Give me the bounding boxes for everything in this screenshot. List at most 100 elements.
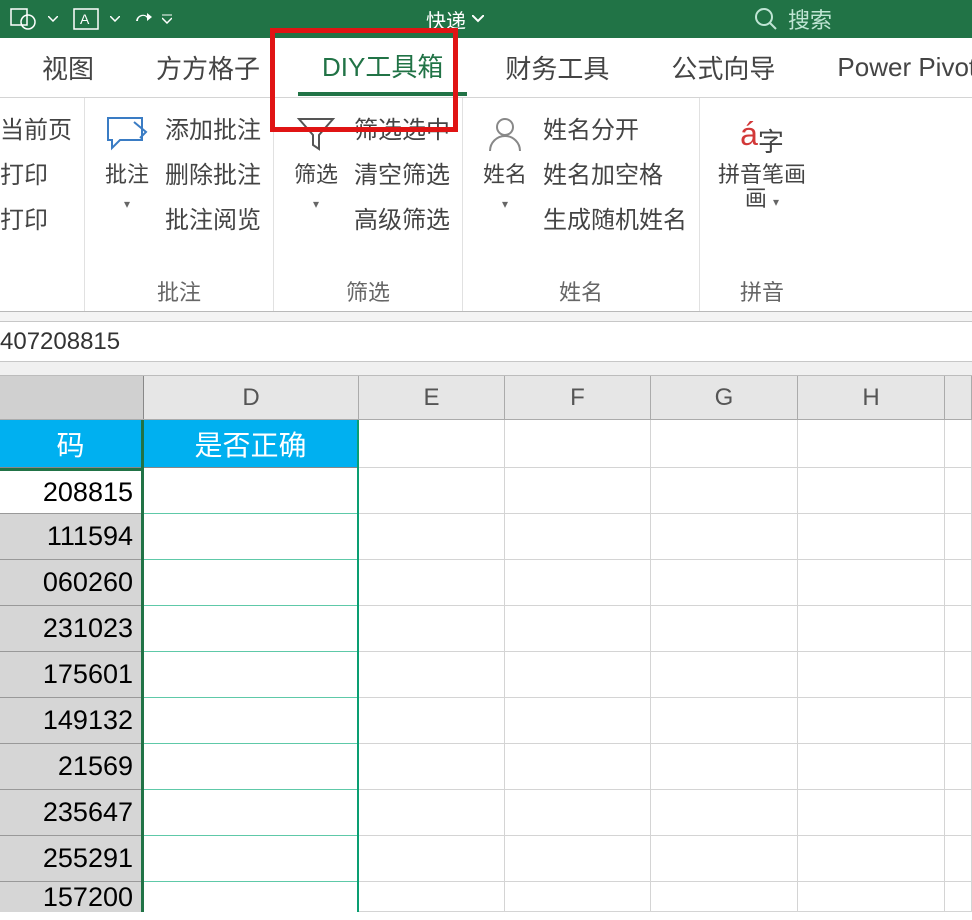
cell-f9[interactable] (505, 790, 651, 836)
cell-f8[interactable] (505, 744, 651, 790)
cell-i1[interactable] (945, 420, 972, 468)
cell-i2[interactable] (945, 468, 972, 514)
cell-f2[interactable] (505, 468, 651, 514)
cell-c5[interactable]: 231023 (0, 606, 141, 652)
cell-g11[interactable] (651, 882, 798, 912)
name-add-space[interactable]: 姓名加空格 (543, 155, 687, 190)
cell-g8[interactable] (651, 744, 798, 790)
filter-dropdown-button[interactable]: 筛选▾ (286, 106, 346, 219)
cell-d2[interactable] (144, 468, 357, 514)
search-box[interactable]: 搜索 (754, 3, 972, 35)
cell-c7[interactable]: 149132 (0, 698, 141, 744)
cell-d9[interactable] (144, 790, 357, 836)
cell-f3[interactable] (505, 514, 651, 560)
print-item-1[interactable]: 打印 (0, 155, 72, 190)
cell-i9[interactable] (945, 790, 972, 836)
split-name[interactable]: 姓名分开 (543, 110, 687, 145)
cell-i11[interactable] (945, 882, 972, 912)
cell-e6[interactable] (359, 652, 505, 698)
cell-g2[interactable] (651, 468, 798, 514)
cell-h11[interactable] (798, 882, 945, 912)
cell-g1[interactable] (651, 420, 798, 468)
col-header-extra[interactable] (945, 376, 972, 419)
cell-c3[interactable]: 111594 (0, 514, 141, 560)
cell-h6[interactable] (798, 652, 945, 698)
cell-h5[interactable] (798, 606, 945, 652)
cell-h10[interactable] (798, 836, 945, 882)
view-comments[interactable]: 批注阅览 (165, 200, 261, 235)
cell-i7[interactable] (945, 698, 972, 744)
filter-selected[interactable]: 筛选选中 (354, 110, 450, 145)
comments-dropdown-button[interactable]: 批注▾ (97, 106, 157, 219)
name-dropdown-button[interactable]: 姓名▾ (475, 106, 535, 219)
cell-d8[interactable] (144, 744, 357, 790)
cell-e3[interactable] (359, 514, 505, 560)
cell-g7[interactable] (651, 698, 798, 744)
generate-random-name[interactable]: 生成随机姓名 (543, 200, 687, 235)
cell-i3[interactable] (945, 514, 972, 560)
cell-d4[interactable] (144, 560, 357, 606)
tab-power-pivot[interactable]: Power Pivot (813, 44, 972, 91)
cell-g10[interactable] (651, 836, 798, 882)
cell-c10[interactable]: 255291 (0, 836, 141, 882)
cell-e9[interactable] (359, 790, 505, 836)
cell-d11[interactable] (144, 882, 357, 912)
chevron-down-icon[interactable] (472, 15, 484, 23)
cell-c2[interactable]: 208815 (0, 468, 141, 514)
cell-e7[interactable] (359, 698, 505, 744)
cell-f7[interactable] (505, 698, 651, 744)
cell-d5[interactable] (144, 606, 357, 652)
qat-dropdown-2[interactable] (110, 16, 124, 22)
cell-e10[interactable] (359, 836, 505, 882)
col-header-d[interactable]: D (144, 376, 359, 419)
cell-d-header[interactable]: 是否正确 (144, 420, 357, 468)
print-item-2[interactable]: 打印 (0, 200, 72, 235)
cell-h3[interactable] (798, 514, 945, 560)
qat-dropdown-1[interactable] (48, 16, 62, 22)
cell-d3[interactable] (144, 514, 357, 560)
cell-i6[interactable] (945, 652, 972, 698)
cell-f6[interactable] (505, 652, 651, 698)
pinyin-dropdown-button[interactable]: á字 拼音笔画画 ▾ (712, 106, 812, 219)
tab-finance[interactable]: 财务工具 (481, 41, 633, 94)
cell-g3[interactable] (651, 514, 798, 560)
cell-d6[interactable] (144, 652, 357, 698)
cell-h9[interactable] (798, 790, 945, 836)
cell-c-header[interactable]: 码 (0, 420, 141, 468)
qat-redo-icon[interactable] (130, 4, 156, 34)
cell-h8[interactable] (798, 744, 945, 790)
spreadsheet-grid[interactable]: D E F G H 码 208815 111594 060260 231023 … (0, 376, 972, 912)
cell-h1[interactable] (798, 420, 945, 468)
cell-c6[interactable]: 175601 (0, 652, 141, 698)
advanced-filter[interactable]: 高级筛选 (354, 200, 450, 235)
col-header-h[interactable]: H (798, 376, 945, 419)
qat-textbox-icon[interactable]: A (68, 4, 104, 34)
cell-e5[interactable] (359, 606, 505, 652)
cell-e11[interactable] (359, 882, 505, 912)
cell-c4[interactable]: 060260 (0, 560, 141, 606)
cell-i4[interactable] (945, 560, 972, 606)
print-current-page[interactable]: 当前页 (0, 110, 72, 145)
cell-f4[interactable] (505, 560, 651, 606)
cell-d10[interactable] (144, 836, 357, 882)
cell-d7[interactable] (144, 698, 357, 744)
col-header-e[interactable]: E (359, 376, 505, 419)
cell-i5[interactable] (945, 606, 972, 652)
tab-view[interactable]: 视图 (18, 41, 118, 94)
cell-h2[interactable] (798, 468, 945, 514)
cell-e1[interactable] (359, 420, 505, 468)
col-header-c[interactable] (0, 376, 144, 419)
delete-comment[interactable]: 删除批注 (165, 155, 261, 190)
cell-e4[interactable] (359, 560, 505, 606)
qat-shape-icon[interactable] (6, 4, 42, 34)
cell-i8[interactable] (945, 744, 972, 790)
cell-e2[interactable] (359, 468, 505, 514)
cell-h7[interactable] (798, 698, 945, 744)
cell-f5[interactable] (505, 606, 651, 652)
cell-f11[interactable] (505, 882, 651, 912)
cell-c11[interactable]: 157200 (0, 882, 141, 912)
cell-c9[interactable]: 235647 (0, 790, 141, 836)
tab-diy-toolbox[interactable]: DIY工具箱 (298, 39, 467, 96)
qat-customize-dropdown[interactable] (162, 14, 176, 24)
tab-ffgz[interactable]: 方方格子 (132, 41, 284, 94)
